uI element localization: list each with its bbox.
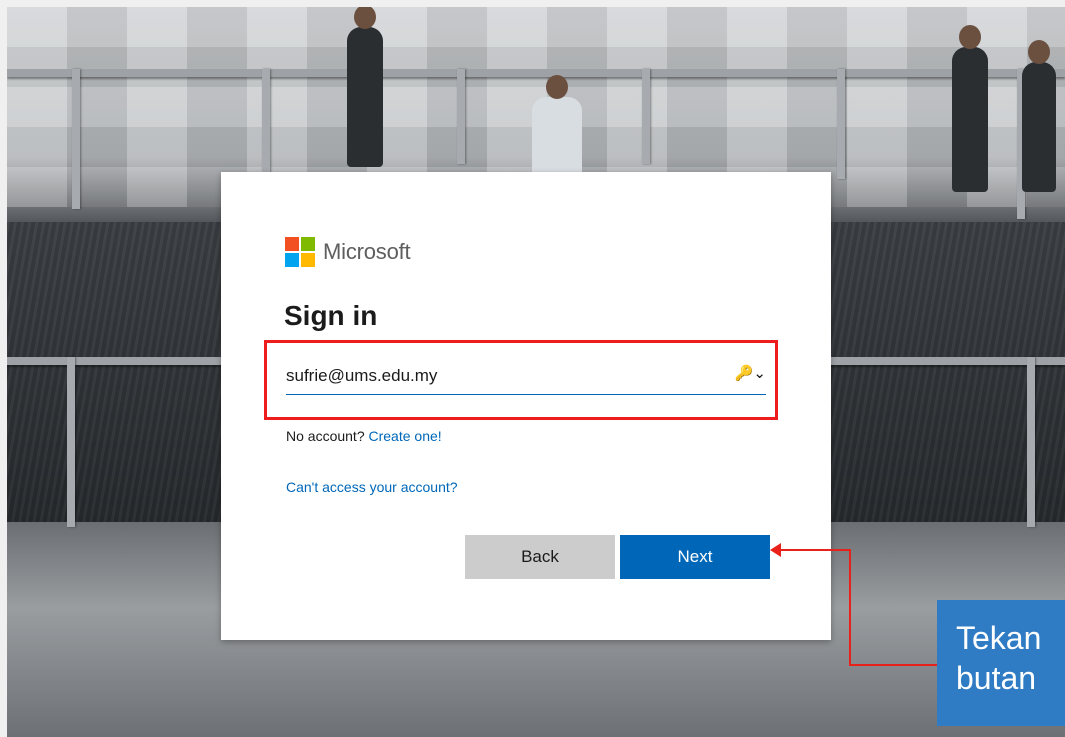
page-title: Sign in [284,300,378,331]
annotation-arrow-line [849,549,851,666]
railing-post [72,69,80,209]
next-button[interactable]: Next [620,535,770,579]
railing-post [67,357,75,527]
railing-post [837,69,845,179]
person-figure [532,75,582,177]
railing-top [7,69,1065,77]
brand-name: Microsoft [323,239,411,264]
microsoft-logo-row: Microsoft [285,237,411,267]
annotation-arrow-line [849,664,939,666]
annotation-arrow-head [770,543,781,557]
person-figure [952,25,988,192]
railing-post [457,69,465,164]
callout-line-2: butan [956,660,1037,696]
cant-access-account-link[interactable]: Can't access your account? [286,479,458,495]
railing-post [1027,357,1035,527]
railing-post [642,69,650,164]
callout-line-1: Tekan [956,620,1042,656]
cant-access-row: Can't access your account? [286,479,458,495]
person-figure [1022,40,1056,192]
microsoft-logo-icon [285,237,315,267]
back-button[interactable]: Back [465,535,615,579]
railing-post [262,69,270,179]
person-figure [347,7,383,167]
no-account-row: No account? Create one! [286,428,442,444]
no-account-label: No account? [286,428,365,444]
email-highlight-annotation [264,340,778,420]
create-account-link[interactable]: Create one! [369,428,442,444]
instruction-callout: Tekan butan [937,600,1065,726]
annotation-arrow-line [775,549,851,551]
